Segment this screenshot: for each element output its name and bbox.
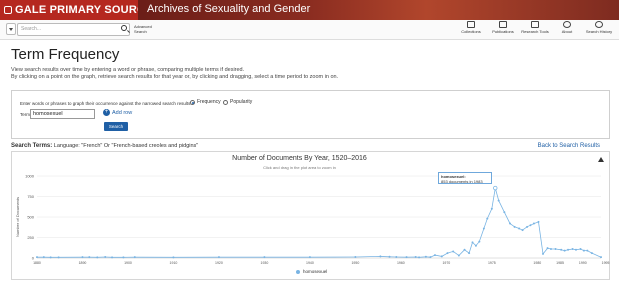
- data-point: [446, 252, 449, 255]
- data-point: [468, 252, 471, 255]
- data-point: [542, 252, 545, 255]
- data-point: [172, 256, 175, 259]
- legend-marker: [296, 269, 300, 274]
- data-point: [600, 256, 602, 259]
- data-point: [452, 250, 455, 253]
- y-tick-label: 500: [27, 215, 34, 220]
- data-point: [486, 217, 489, 220]
- data-point: [424, 255, 427, 258]
- data-point: [263, 256, 266, 259]
- data-point: [308, 256, 311, 259]
- data-point: [418, 256, 421, 259]
- x-tick-label: 1920: [215, 261, 223, 265]
- data-point: [104, 256, 107, 259]
- data-point: [537, 220, 540, 223]
- data-point: [567, 248, 570, 251]
- data-point: [388, 255, 391, 258]
- data-point: [478, 240, 481, 243]
- x-tick-label: 1990: [579, 261, 587, 265]
- data-point: [590, 252, 593, 255]
- x-tick-label: 1890: [79, 261, 87, 265]
- y-tick-label: 250: [27, 235, 34, 240]
- x-tick-label: 1950: [351, 261, 359, 265]
- data-point: [532, 222, 535, 225]
- x-tick-label: 1910: [170, 261, 178, 265]
- x-tick-label: 1940: [306, 261, 314, 265]
- data-point: [546, 247, 549, 250]
- x-tick-label: 1930: [261, 261, 269, 265]
- data-point: [42, 256, 45, 259]
- x-tick-label: 1960: [397, 261, 405, 265]
- data-point: [497, 199, 500, 202]
- data-point: [554, 247, 557, 250]
- data-point: [96, 256, 99, 259]
- data-point: [133, 256, 136, 259]
- data-point: [405, 256, 408, 259]
- data-point: [526, 225, 529, 228]
- data-point: [513, 225, 516, 228]
- y-axis-label: Number of Documents: [15, 197, 20, 237]
- chart-tooltip: homosexuel: 853 documents in 1983: [438, 172, 492, 184]
- data-point: [518, 227, 521, 230]
- data-point: [36, 256, 38, 259]
- data-point: [379, 255, 382, 258]
- x-tick-label: 1995: [602, 261, 610, 265]
- data-point: [579, 247, 582, 250]
- data-point: [474, 244, 477, 247]
- y-tick-label: 0: [32, 256, 35, 261]
- data-point: [521, 229, 524, 232]
- line-chart[interactable]: 0 250 500 750 1000 1880 1890 1900 1910 1920 1930 19…: [0, 0, 619, 286]
- x-tick-label: 1985: [556, 261, 564, 265]
- y-tick-label: 1000: [25, 174, 35, 179]
- data-point: [549, 247, 552, 250]
- data-point: [57, 256, 60, 259]
- data-point: [463, 248, 466, 251]
- data-point: [111, 256, 114, 259]
- tooltip-text: 853 documents in 1983: [441, 179, 483, 184]
- legend-label: homosexuel: [303, 269, 328, 274]
- data-point: [433, 254, 436, 257]
- series-line: [37, 187, 602, 258]
- data-point: [457, 254, 460, 257]
- data-point: [471, 241, 474, 244]
- data-point: [571, 247, 574, 250]
- data-point: [395, 256, 398, 259]
- data-point: [560, 248, 563, 251]
- data-point: [429, 256, 432, 259]
- x-tick-label: 1980: [533, 261, 541, 265]
- data-point: [122, 256, 125, 259]
- x-tick-label: 1900: [124, 261, 132, 265]
- highlighted-point: [493, 185, 498, 191]
- data-point: [563, 249, 566, 252]
- data-point: [503, 211, 506, 214]
- x-tick-label: 1970: [442, 261, 450, 265]
- data-point: [414, 256, 417, 259]
- chart-legend[interactable]: homosexuel: [296, 269, 327, 274]
- y-tick-label: 750: [27, 194, 34, 199]
- x-tick-label: 1975: [488, 261, 496, 265]
- data-point: [354, 256, 357, 259]
- data-point: [509, 222, 512, 225]
- data-point: [482, 227, 485, 230]
- data-point: [88, 256, 91, 259]
- data-point: [586, 249, 589, 252]
- data-point: [217, 256, 220, 259]
- data-point: [582, 249, 585, 252]
- data-point: [529, 224, 532, 227]
- data-point: [440, 255, 443, 258]
- data-point: [81, 256, 84, 259]
- data-point: [49, 256, 52, 259]
- x-tick-label: 1880: [33, 261, 41, 265]
- data-point: [574, 248, 577, 251]
- data-point: [490, 207, 493, 210]
